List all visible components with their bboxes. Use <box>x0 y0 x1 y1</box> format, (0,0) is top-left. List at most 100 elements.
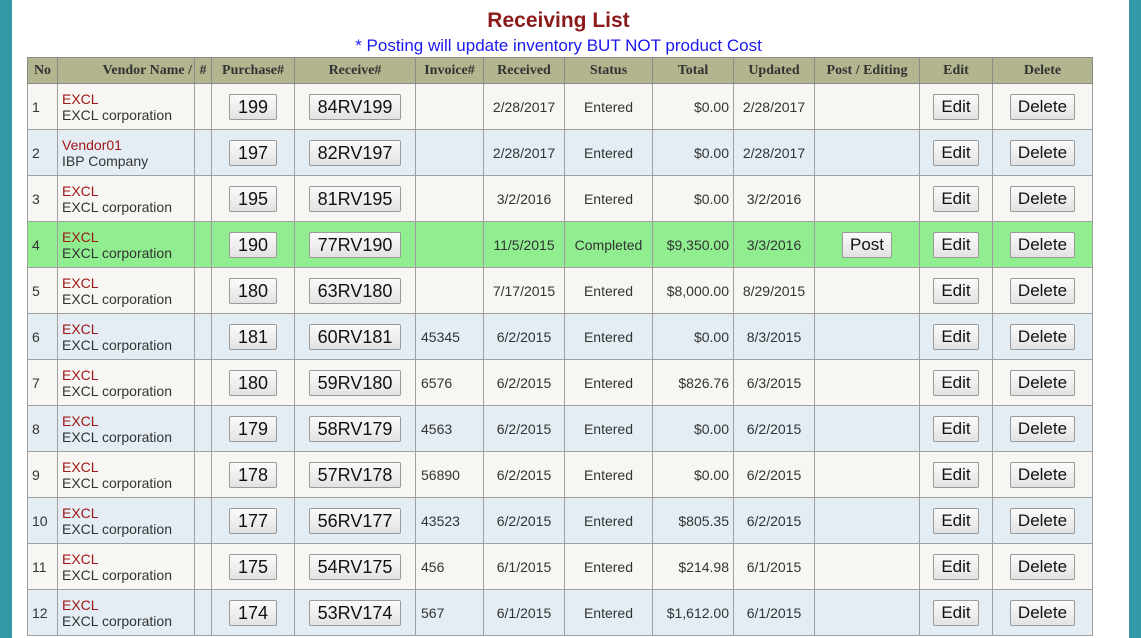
edit-cell: Edit <box>919 589 993 636</box>
col-header-edit: Edit <box>919 57 993 84</box>
invoice-cell <box>415 175 484 222</box>
vendor-name: EXCL corporation <box>62 428 172 445</box>
receive-number-button[interactable]: 60RV181 <box>308 323 402 350</box>
total-cell: $805.35 <box>652 497 734 544</box>
delete-cell: Delete <box>992 267 1093 314</box>
updated-date: 3/2/2016 <box>733 175 815 222</box>
delete-button[interactable]: Delete <box>1009 461 1076 488</box>
col-header-receive: Receive# <box>294 57 416 84</box>
received-date: 6/2/2015 <box>483 451 565 498</box>
edit-cell: Edit <box>919 221 993 268</box>
receive-number-button[interactable]: 57RV178 <box>308 461 402 488</box>
purchase-cell: 180 <box>211 267 295 314</box>
vendor-code: EXCL <box>62 90 99 107</box>
table-row: 8 EXCL EXCL corporation 179 58RV179 4563… <box>27 405 1093 452</box>
purchase-number-button[interactable]: 178 <box>228 461 278 488</box>
receive-number-button[interactable]: 56RV177 <box>308 507 402 534</box>
purchase-number-button[interactable]: 177 <box>228 507 278 534</box>
edit-button[interactable]: Edit <box>933 553 979 580</box>
delete-button[interactable]: Delete <box>1009 599 1076 626</box>
delete-button[interactable]: Delete <box>1009 323 1076 350</box>
table-row: 2 Vendor01 IBP Company 197 82RV197 2/28/… <box>27 129 1093 176</box>
receive-number-button[interactable]: 58RV179 <box>308 415 402 442</box>
edit-button[interactable]: Edit <box>933 415 979 442</box>
delete-button[interactable]: Delete <box>1009 415 1076 442</box>
edit-button[interactable]: Edit <box>933 185 979 212</box>
edit-button[interactable]: Edit <box>933 93 979 120</box>
hash-cell <box>194 313 212 360</box>
col-header-no: No <box>27 57 58 84</box>
purchase-number-button[interactable]: 195 <box>228 185 278 212</box>
edit-button[interactable]: Edit <box>933 461 979 488</box>
receive-cell: 84RV199 <box>294 83 416 130</box>
delete-button[interactable]: Delete <box>1009 507 1076 534</box>
received-date: 6/1/2015 <box>483 543 565 590</box>
edit-button[interactable]: Edit <box>933 277 979 304</box>
purchase-cell: 181 <box>211 313 295 360</box>
invoice-cell: 56890 <box>415 451 484 498</box>
purchase-cell: 180 <box>211 359 295 406</box>
purchase-number-button[interactable]: 180 <box>228 277 278 304</box>
purchase-number-button[interactable]: 174 <box>228 599 278 626</box>
table-body: 1 EXCL EXCL corporation 199 84RV199 2/28… <box>27 83 1093 636</box>
hash-cell <box>194 175 212 222</box>
purchase-cell: 195 <box>211 175 295 222</box>
hash-cell <box>194 221 212 268</box>
delete-button[interactable]: Delete <box>1009 369 1076 396</box>
purchase-number-button[interactable]: 181 <box>228 323 278 350</box>
receive-number-button[interactable]: 84RV199 <box>308 93 402 120</box>
hash-cell <box>194 83 212 130</box>
status-cell: Entered <box>564 405 653 452</box>
received-date: 3/2/2016 <box>483 175 565 222</box>
receive-number-button[interactable]: 63RV180 <box>308 277 402 304</box>
total-cell: $214.98 <box>652 543 734 590</box>
edit-button[interactable]: Edit <box>933 231 979 258</box>
purchase-number-button[interactable]: 197 <box>228 139 278 166</box>
delete-button[interactable]: Delete <box>1009 185 1076 212</box>
edit-button[interactable]: Edit <box>933 599 979 626</box>
vendor-name: IBP Company <box>62 152 149 169</box>
receive-number-button[interactable]: 77RV190 <box>308 231 402 258</box>
edit-button[interactable]: Edit <box>933 139 979 166</box>
table-header-row: No Vendor Name / # Purchase# Receive# In… <box>27 57 1093 84</box>
receive-number-button[interactable]: 54RV175 <box>308 553 402 580</box>
purchase-number-button[interactable]: 199 <box>228 93 278 120</box>
updated-date: 6/2/2015 <box>733 451 815 498</box>
invoice-cell <box>415 129 484 176</box>
vendor-cell: EXCL EXCL corporation <box>57 451 195 498</box>
delete-button[interactable]: Delete <box>1009 231 1076 258</box>
status-cell: Entered <box>564 359 653 406</box>
delete-cell: Delete <box>992 359 1093 406</box>
updated-date: 8/29/2015 <box>733 267 815 314</box>
receive-number-button[interactable]: 59RV180 <box>308 369 402 396</box>
vendor-cell: EXCL EXCL corporation <box>57 497 195 544</box>
delete-cell: Delete <box>992 313 1093 360</box>
receive-cell: 82RV197 <box>294 129 416 176</box>
purchase-number-button[interactable]: 175 <box>228 553 278 580</box>
vendor-code: EXCL <box>62 550 99 567</box>
receive-number-button[interactable]: 82RV197 <box>308 139 402 166</box>
purchase-cell: 197 <box>211 129 295 176</box>
purchase-number-button[interactable]: 190 <box>228 231 278 258</box>
edit-button[interactable]: Edit <box>933 323 979 350</box>
edit-button[interactable]: Edit <box>933 507 979 534</box>
received-date: 6/2/2015 <box>483 405 565 452</box>
purchase-number-button[interactable]: 179 <box>228 415 278 442</box>
invoice-cell: 4563 <box>415 405 484 452</box>
delete-button[interactable]: Delete <box>1009 139 1076 166</box>
delete-button[interactable]: Delete <box>1009 553 1076 580</box>
received-date: 2/28/2017 <box>483 83 565 130</box>
delete-cell: Delete <box>992 497 1093 544</box>
delete-button[interactable]: Delete <box>1009 277 1076 304</box>
receive-number-button[interactable]: 81RV195 <box>308 185 402 212</box>
edit-button[interactable]: Edit <box>933 369 979 396</box>
receive-cell: 57RV178 <box>294 451 416 498</box>
delete-button[interactable]: Delete <box>1009 93 1076 120</box>
purchase-number-button[interactable]: 180 <box>228 369 278 396</box>
table-row: 6 EXCL EXCL corporation 181 60RV181 4534… <box>27 313 1093 360</box>
receive-number-button[interactable]: 53RV174 <box>308 599 402 626</box>
table-row: 5 EXCL EXCL corporation 180 63RV180 7/17… <box>27 267 1093 314</box>
post-button[interactable]: Post <box>841 231 893 258</box>
col-header-status: Status <box>564 57 653 84</box>
received-date: 6/1/2015 <box>483 589 565 636</box>
